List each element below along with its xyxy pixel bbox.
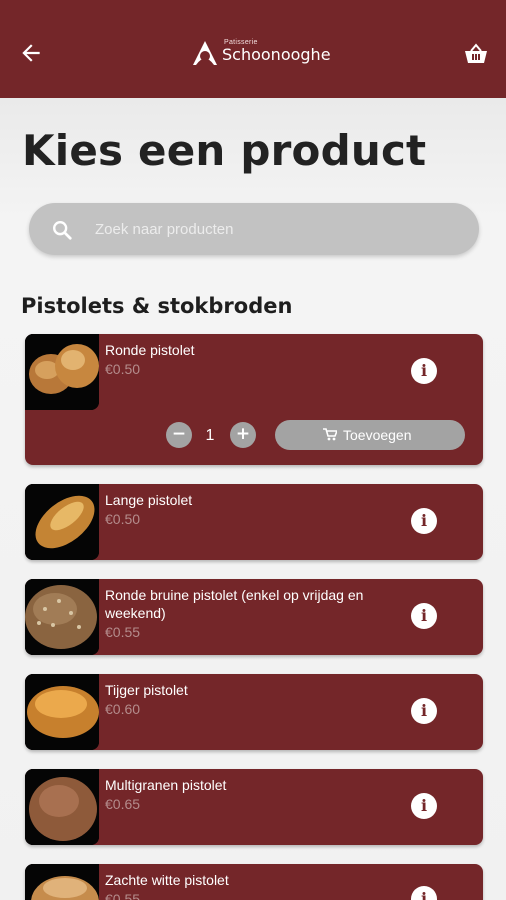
product-name: Multigranen pistolet <box>105 777 227 793</box>
info-button[interactable]: i <box>411 508 437 534</box>
product-image <box>25 864 99 900</box>
top-app-bar: Patisserie Schoonooghe <box>0 0 506 98</box>
product-image <box>25 769 99 845</box>
product-card[interactable]: Lange pistolet €0.50 i <box>25 484 483 560</box>
info-button[interactable]: i <box>411 698 437 724</box>
product-name: Tijger pistolet <box>105 682 188 698</box>
product-price: €0.55 <box>105 624 141 640</box>
product-name: Ronde pistolet <box>105 342 195 358</box>
info-button[interactable]: i <box>411 793 437 819</box>
increase-quantity-button[interactable]: + <box>230 422 256 448</box>
info-icon: i <box>420 511 428 530</box>
product-name: Zachte witte pistolet <box>105 872 229 888</box>
info-icon: i <box>420 361 428 380</box>
product-price: €0.65 <box>105 796 141 812</box>
info-icon: i <box>420 889 428 900</box>
info-icon: i <box>420 796 428 815</box>
arrow-left-icon[interactable] <box>18 40 44 66</box>
info-icon: i <box>420 606 428 625</box>
section-title: Pistolets & stokbroden <box>21 294 293 318</box>
search-icon <box>53 221 72 240</box>
product-name: Ronde bruine pistolet (enkel op vrijdag … <box>105 587 364 621</box>
decrease-quantity-button[interactable]: − <box>166 422 192 448</box>
info-icon: i <box>420 701 428 720</box>
product-price: €0.50 <box>105 511 141 527</box>
add-to-cart-button[interactable]: Toevoegen <box>275 420 465 450</box>
basket-icon[interactable] <box>464 43 488 65</box>
product-card[interactable]: Ronde bruine pistolet (enkel op vrijdag … <box>25 579 483 655</box>
product-image <box>25 484 99 560</box>
product-price: €0.50 <box>105 361 141 377</box>
add-to-cart-label: Toevoegen <box>343 427 412 443</box>
product-price: €0.60 <box>105 701 141 717</box>
product-card[interactable]: Multigranen pistolet €0.65 i <box>25 769 483 845</box>
product-card[interactable]: Ronde pistolet €0.50 i − 1 + Toevoegen <box>25 334 483 465</box>
search-bar[interactable] <box>29 203 479 255</box>
page-title: Kies een product <box>22 126 427 175</box>
minus-icon: − <box>171 424 187 444</box>
info-button[interactable]: i <box>411 603 437 629</box>
product-image <box>25 334 99 410</box>
product-price: €0.55 <box>105 891 141 900</box>
brand-logo: Patisserie Schoonooghe <box>192 38 331 70</box>
logo-mark-icon <box>193 41 217 65</box>
search-input[interactable] <box>95 215 455 243</box>
product-card[interactable]: Zachte witte pistolet €0.55 i <box>25 864 483 900</box>
quantity-value: 1 <box>205 427 215 444</box>
product-name: Lange pistolet <box>105 492 193 508</box>
product-image <box>25 674 99 750</box>
cart-icon <box>323 428 337 441</box>
product-card[interactable]: Tijger pistolet €0.60 i <box>25 674 483 750</box>
plus-icon: + <box>235 424 251 444</box>
info-button[interactable]: i <box>411 886 437 900</box>
info-button[interactable]: i <box>411 358 437 384</box>
logo-name: Schoonooghe <box>222 45 331 64</box>
product-image <box>25 579 99 655</box>
